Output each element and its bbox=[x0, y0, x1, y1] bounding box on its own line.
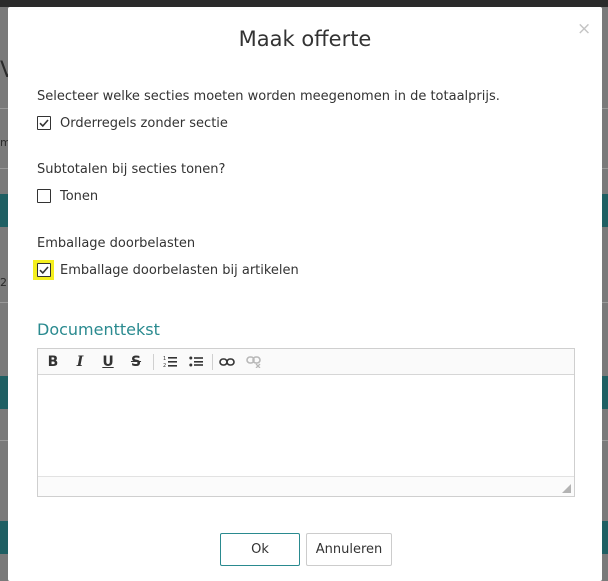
numbered-list-button[interactable]: 1 2 bbox=[160, 353, 180, 371]
strikethrough-button[interactable]: S bbox=[126, 353, 146, 371]
orderregels-label: Orderregels zonder sectie bbox=[60, 115, 228, 131]
link-button[interactable] bbox=[217, 353, 237, 371]
unlink-button[interactable] bbox=[244, 353, 264, 371]
cancel-button[interactable]: Annuleren bbox=[306, 533, 392, 566]
dialog-title: Maak offerte bbox=[238, 27, 372, 51]
packaging-option-row[interactable]: Emballage doorbelasten bij artikelen bbox=[33, 260, 299, 280]
italic-icon: I bbox=[76, 354, 84, 370]
tonen-checkbox[interactable] bbox=[37, 189, 51, 203]
italic-button[interactable]: I bbox=[70, 353, 90, 371]
ok-button[interactable]: Ok bbox=[220, 533, 300, 566]
bold-button[interactable]: B bbox=[43, 353, 63, 371]
emballage-checkbox[interactable] bbox=[37, 263, 51, 277]
toolbar-separator bbox=[212, 354, 213, 370]
toolbar-separator bbox=[153, 354, 154, 370]
editor-statusbar bbox=[38, 476, 574, 496]
document-text-heading: Documenttekst bbox=[37, 320, 160, 339]
tonen-label: Tonen bbox=[60, 188, 99, 204]
close-icon[interactable]: × bbox=[577, 21, 591, 38]
document-text-editor-area[interactable] bbox=[38, 376, 574, 475]
svg-text:1: 1 bbox=[163, 356, 166, 362]
bulleted-list-icon bbox=[189, 356, 203, 367]
underline-icon: U bbox=[102, 354, 114, 370]
backdrop-text-fragment: 2 bbox=[0, 276, 7, 289]
bold-icon: B bbox=[47, 354, 59, 370]
subtotals-option-row[interactable]: Tonen bbox=[37, 187, 98, 205]
rich-text-editor: B I U S 1 2 bbox=[37, 348, 575, 497]
subtotals-prompt: Subtotalen bij secties tonen? bbox=[37, 162, 226, 177]
numbered-list-icon: 1 2 bbox=[163, 356, 177, 369]
unlink-icon bbox=[246, 356, 261, 369]
bulleted-list-button[interactable] bbox=[186, 353, 206, 371]
sections-option-row[interactable]: Orderregels zonder sectie bbox=[37, 114, 228, 132]
checkmark-icon bbox=[39, 119, 49, 128]
underline-button[interactable]: U bbox=[98, 353, 118, 371]
strikethrough-icon: S bbox=[130, 354, 142, 370]
orderregels-checkbox[interactable] bbox=[37, 116, 51, 130]
checkmark-icon bbox=[39, 266, 49, 275]
packaging-prompt: Emballage doorbelasten bbox=[37, 236, 196, 251]
sections-prompt: Selecteer welke secties moeten worden me… bbox=[37, 89, 500, 104]
editor-toolbar: B I U S 1 2 bbox=[38, 349, 574, 375]
make-quote-dialog: Maak offerte × Selecteer welke secties m… bbox=[8, 7, 602, 581]
link-icon bbox=[219, 358, 235, 366]
packaging-checkbox-wrap bbox=[33, 260, 54, 280]
backdrop-top-bar bbox=[0, 0, 608, 7]
resize-handle-icon[interactable] bbox=[561, 483, 571, 493]
svg-text:2: 2 bbox=[163, 363, 166, 369]
emballage-label: Emballage doorbelasten bij artikelen bbox=[60, 262, 299, 278]
